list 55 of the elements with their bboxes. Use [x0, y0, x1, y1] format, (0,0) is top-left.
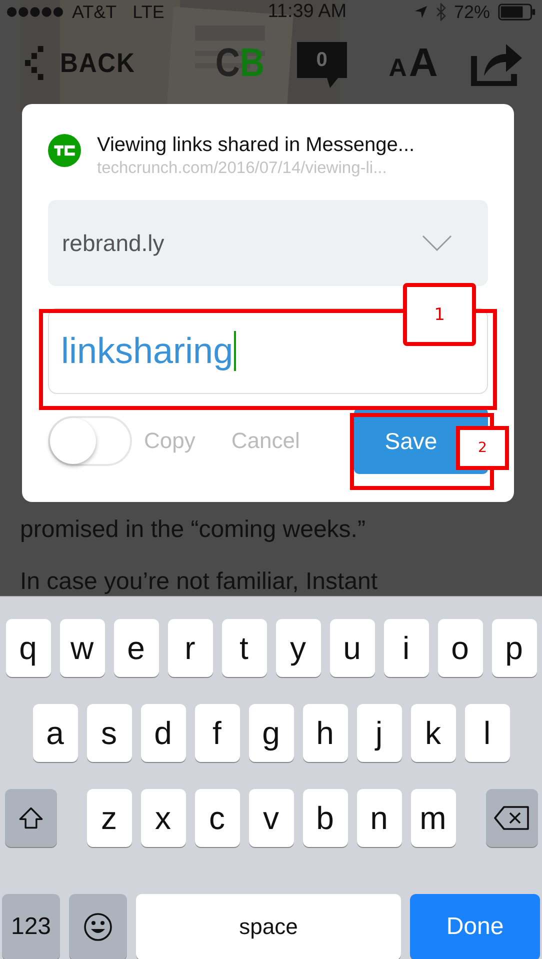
letter-key[interactable]: k	[410, 704, 456, 762]
battery-percent: 72%	[454, 2, 490, 22]
letter-key[interactable]: o	[438, 619, 482, 677]
location-icon	[414, 5, 428, 19]
letter-key[interactable]: y	[276, 619, 320, 677]
article-url: techcrunch.com/2016/07/14/viewing-li...	[97, 159, 388, 178]
article-text: In case you’re not familiar, Instant	[20, 568, 379, 596]
letter-key[interactable]: c	[194, 789, 240, 847]
letter-key[interactable]: z	[86, 789, 132, 847]
letter-key[interactable]: v	[248, 789, 294, 847]
letter-key[interactable]: d	[140, 704, 186, 762]
emoji-icon	[83, 912, 113, 942]
letter-key[interactable]: e	[114, 619, 158, 677]
letter-key[interactable]: f	[194, 704, 240, 762]
bluetooth-icon	[436, 3, 446, 21]
done-key[interactable]: Done	[410, 894, 540, 959]
copy-label: Copy	[144, 428, 196, 454]
step-number: 1	[403, 283, 476, 346]
clock-time: 11:39 AM	[266, 1, 347, 23]
letter-key[interactable]: a	[32, 704, 78, 762]
copy-toggle[interactable]	[48, 416, 132, 466]
battery-icon	[498, 3, 536, 21]
article-title: Viewing links shared in Messenge...	[97, 134, 415, 157]
letter-key[interactable]: r	[168, 619, 212, 677]
delete-icon	[494, 805, 530, 831]
letter-key[interactable]: u	[330, 619, 374, 677]
letter-key[interactable]: p	[492, 619, 536, 677]
letter-key[interactable]: j	[356, 704, 402, 762]
domain-dropdown[interactable]: rebrand.ly	[48, 200, 488, 286]
letter-key[interactable]: q	[6, 619, 50, 677]
letter-key[interactable]: g	[248, 704, 294, 762]
letter-key[interactable]: t	[222, 619, 266, 677]
emoji-key[interactable]	[69, 894, 127, 959]
letter-key[interactable]: l	[464, 704, 510, 762]
letter-key[interactable]: m	[410, 789, 456, 847]
shift-icon	[18, 805, 44, 831]
chevron-down-icon	[422, 235, 452, 251]
letter-key[interactable]: n	[356, 789, 402, 847]
space-key[interactable]: space	[136, 894, 401, 959]
carrier: AT&T	[72, 2, 117, 22]
letter-key[interactable]: h	[302, 704, 348, 762]
letter-key[interactable]: x	[140, 789, 186, 847]
site-logo-icon	[48, 134, 81, 167]
signal-icon	[6, 6, 64, 18]
numbers-key[interactable]: 123	[2, 894, 60, 959]
letter-key[interactable]: w	[60, 619, 104, 677]
letter-key[interactable]: b	[302, 789, 348, 847]
back-arrow-icon	[25, 46, 44, 80]
letter-key[interactable]: s	[86, 704, 132, 762]
network-type: LTE	[132, 2, 164, 22]
article-text: promised in the “coming weeks.”	[20, 516, 366, 544]
letter-key[interactable]: i	[384, 619, 428, 677]
shift-key[interactable]	[4, 789, 56, 847]
delete-key[interactable]	[486, 789, 538, 847]
step-number: 2	[456, 426, 509, 470]
